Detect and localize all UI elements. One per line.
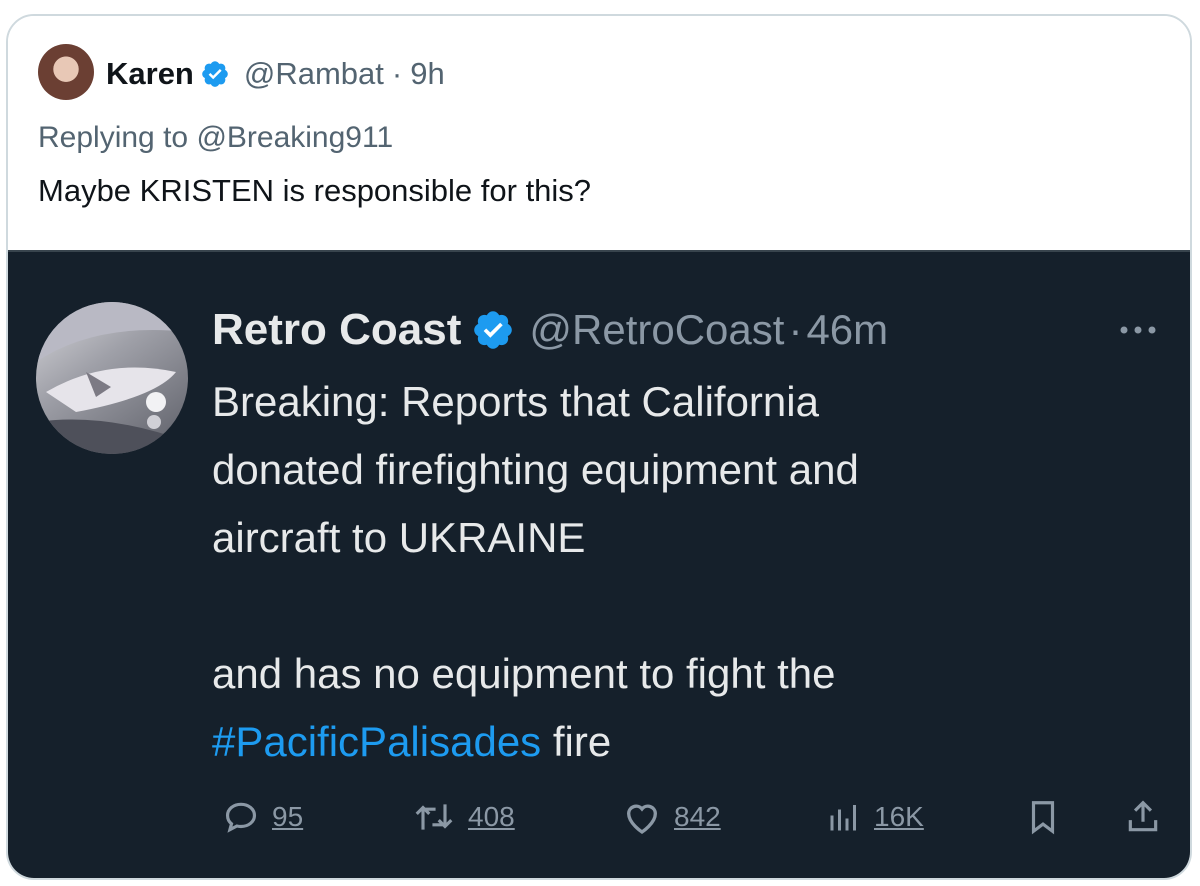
quoted-text-tail: fire xyxy=(541,718,612,765)
repost-count: 408 xyxy=(468,801,515,832)
replying-prefix: Replying to xyxy=(38,121,189,154)
reply-tweet-header: Karen @Rambat · 9h xyxy=(106,54,445,94)
quoted-timestamp: 46m xyxy=(806,306,889,353)
views-count: 16K xyxy=(874,801,924,832)
avatar[interactable] xyxy=(38,44,94,100)
reply-tweet: Karen @Rambat · 9h Replying to @Breaking… xyxy=(8,16,1190,250)
quoted-text-line: donated firefighting equipment and xyxy=(212,446,859,493)
quoted-action-bar: 95 408 842 16K xyxy=(212,792,1174,842)
hashtag-link: #PacificPalisades xyxy=(212,718,542,765)
quoted-avatar xyxy=(36,302,188,454)
quoted-header: Retro Coast @RetroCoast · 46m xyxy=(212,302,888,358)
quoted-text-line: and has no equipment to fight the xyxy=(212,650,836,697)
share-icon xyxy=(1124,797,1162,837)
like-icon xyxy=(622,798,662,836)
bookmark-action xyxy=(1024,792,1062,842)
quoted-text-line: #PacificPalisades fire xyxy=(212,708,1152,776)
quoted-text-line: Breaking: Reports that California xyxy=(212,378,819,425)
reply-action: 95 xyxy=(222,792,303,842)
author-name[interactable]: Karen xyxy=(106,54,194,94)
like-action: 842 xyxy=(622,792,721,842)
more-icon xyxy=(1116,322,1160,338)
replying-to-link[interactable]: @Breaking911 xyxy=(196,121,393,154)
timestamp[interactable]: 9h xyxy=(410,54,444,94)
quoted-text-line: aircraft to UKRAINE xyxy=(212,514,586,561)
views-icon xyxy=(826,798,862,836)
verified-badge-icon xyxy=(200,59,230,89)
author-handle[interactable]: @Rambat xyxy=(244,54,384,94)
verified-badge-icon xyxy=(471,308,515,352)
reply-text: Maybe KRISTEN is responsible for this? xyxy=(38,173,592,208)
reply-count: 95 xyxy=(272,801,304,832)
share-action xyxy=(1124,792,1162,842)
replying-to-line: Replying to @Breaking911 xyxy=(38,118,393,158)
reply-icon xyxy=(222,798,260,836)
quoted-text: Breaking: Reports that California donate… xyxy=(212,368,1152,776)
repost-icon xyxy=(412,798,456,836)
repost-action: 408 xyxy=(412,792,515,842)
reply-tweet-card[interactable]: Karen @Rambat · 9h Replying to @Breaking… xyxy=(6,14,1192,880)
quoted-author-name: Retro Coast xyxy=(212,305,462,354)
separator: · xyxy=(788,306,803,353)
quoted-author-handle: @RetroCoast xyxy=(529,306,785,353)
like-count: 842 xyxy=(674,801,721,832)
separator: · xyxy=(391,56,403,91)
views-action: 16K xyxy=(826,792,924,842)
quoted-tweet-screenshot[interactable]: Retro Coast @RetroCoast · 46m Breaking: … xyxy=(8,250,1190,878)
bookmark-icon xyxy=(1024,797,1062,837)
